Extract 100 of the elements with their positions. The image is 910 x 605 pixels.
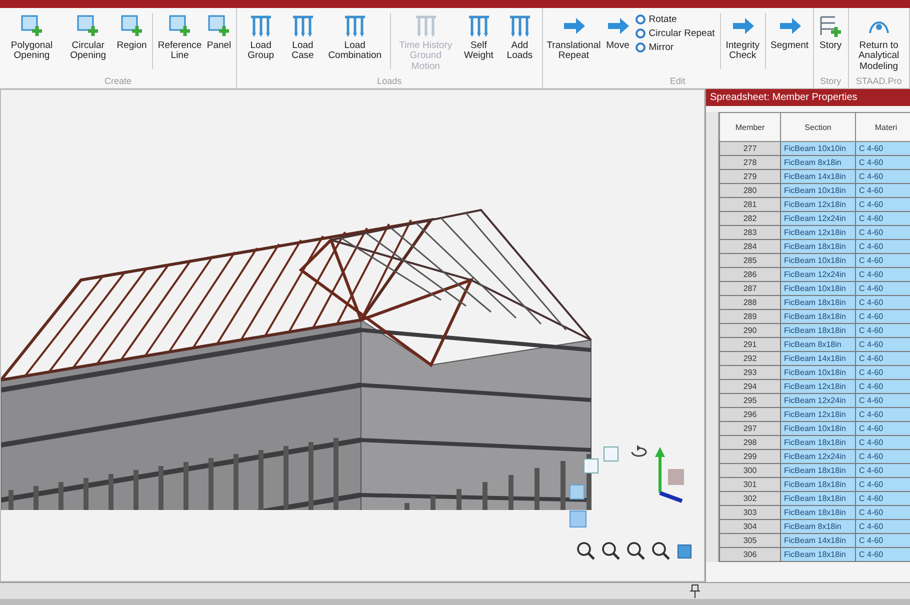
table-cell: C 4-60 <box>856 520 910 534</box>
ribbon-button[interactable]: Reference Line <box>156 11 204 64</box>
column-header[interactable]: Section <box>780 112 856 142</box>
table-cell: C 4-60 <box>856 142 910 156</box>
table-cell: C 4-60 <box>856 506 910 520</box>
table-cell: C 4-60 <box>856 212 910 226</box>
ribbon-button[interactable]: Self Weight <box>458 11 500 64</box>
table-cell: FicBeam 18x18in <box>780 240 856 254</box>
shape-plus-icon <box>166 13 193 39</box>
ribbon-button[interactable]: Load Group <box>239 11 283 64</box>
table-cell: C 4-60 <box>856 366 910 380</box>
table-cell: 298 <box>720 436 780 450</box>
zoom-icon[interactable] <box>651 541 671 561</box>
ribbon-button[interactable]: Return to Analytical Modeling <box>850 11 908 74</box>
zoom-icon[interactable] <box>576 541 596 561</box>
table-cell: C 4-60 <box>856 464 910 478</box>
ribbon-button[interactable]: Circular Opening <box>61 11 115 64</box>
table-cell: 299 <box>720 450 780 464</box>
shape-plus-icon <box>18 13 45 39</box>
table-cell: C 4-60 <box>856 184 910 198</box>
table-cell: 297 <box>720 422 780 436</box>
table-cell: C 4-60 <box>856 450 910 464</box>
table-cell: C 4-60 <box>856 254 910 268</box>
table-cell: FicBeam 18x18in <box>780 478 856 492</box>
table-cell: FicBeam 18x18in <box>780 296 856 310</box>
ribbon-button[interactable]: Panel <box>204 11 234 54</box>
ribbon-button[interactable]: Mirror <box>632 42 717 53</box>
table-cell: FicBeam 10x18in <box>780 184 856 198</box>
table-cell: C 4-60 <box>856 534 910 548</box>
ribbon-button[interactable]: Region <box>114 11 149 54</box>
table-cell: C 4-60 <box>856 478 910 492</box>
ribbon-button[interactable]: Story <box>816 11 846 54</box>
table-cell: FicBeam 10x18in <box>780 282 856 296</box>
ribbon-button[interactable]: Integrity Check <box>723 11 762 64</box>
group-label: Create <box>104 76 133 88</box>
ribbon-button[interactable]: Polygonal Opening <box>2 11 62 64</box>
ribbon-button[interactable]: Move <box>602 11 633 54</box>
ribbon-button[interactable]: Translational Repeat <box>544 11 603 64</box>
table-cell: FicBeam 10x10in <box>780 142 856 156</box>
table-cell: FicBeam 12x24in <box>780 394 856 408</box>
table-cell: 287 <box>720 282 780 296</box>
table-cell: FicBeam 12x18in <box>780 380 856 394</box>
table-cell: 284 <box>720 240 780 254</box>
ribbon-button[interactable]: Circular Repeat <box>632 28 717 39</box>
table-cell: C 4-60 <box>856 422 910 436</box>
table-cell: C 4-60 <box>856 282 910 296</box>
table-cell: FicBeam 12x18in <box>780 408 856 422</box>
table-cell: C 4-60 <box>856 352 910 366</box>
table-cell: C 4-60 <box>856 492 910 506</box>
table-cell: 280 <box>720 184 780 198</box>
table-cell: 296 <box>720 408 780 422</box>
table-cell: 282 <box>720 212 780 226</box>
table-cell: C 4-60 <box>856 240 910 254</box>
ribbon-button[interactable]: Load Combination <box>322 11 387 64</box>
table-cell: C 4-60 <box>856 226 910 240</box>
table-cell: 289 <box>720 310 780 324</box>
table-cell: 281 <box>720 198 780 212</box>
table-cell: C 4-60 <box>856 408 910 422</box>
zoom-icon[interactable] <box>626 541 646 561</box>
table-cell: 291 <box>720 338 780 352</box>
table-cell: C 4-60 <box>856 324 910 338</box>
table-cell: 293 <box>720 366 780 380</box>
ribbon-button[interactable]: Rotate <box>632 14 717 25</box>
table-cell: FicBeam 10x18in <box>780 422 856 436</box>
table-cell: FicBeam 12x18in <box>780 226 856 240</box>
table-cell: FicBeam 14x18in <box>780 170 856 184</box>
table-cell: 295 <box>720 394 780 408</box>
zoom-icon[interactable] <box>601 541 621 561</box>
table-cell: FicBeam 18x18in <box>780 324 856 338</box>
table-cell: C 4-60 <box>856 394 910 408</box>
table-cell: FicBeam 8x18in <box>780 338 856 352</box>
table-cell: FicBeam 18x18in <box>780 548 856 562</box>
table-cell: FicBeam 12x24in <box>780 212 856 226</box>
table-cell: 302 <box>720 492 780 506</box>
view-box-icon[interactable] <box>676 542 694 560</box>
table-cell: C 4-60 <box>856 436 910 450</box>
table-cell: 300 <box>720 464 780 478</box>
table-cell: 285 <box>720 254 780 268</box>
table-cell: FicBeam 10x18in <box>780 254 856 268</box>
table-cell: FicBeam 8x18in <box>780 156 856 170</box>
pin-icon[interactable] <box>690 584 700 598</box>
ribbon-button[interactable]: Segment <box>768 11 811 54</box>
table-cell: FicBeam 12x24in <box>780 450 856 464</box>
table-cell: C 4-60 <box>856 170 910 184</box>
column-header[interactable]: Materi <box>856 112 910 142</box>
tool-icon <box>634 28 646 39</box>
table-cell: 292 <box>720 352 780 366</box>
group-label: Loads <box>376 76 403 88</box>
table-cell: 294 <box>720 380 780 394</box>
shape-plus-icon <box>118 13 145 39</box>
table-cell: FicBeam 14x18in <box>780 352 856 366</box>
ribbon-button[interactable]: Load Case <box>282 11 323 64</box>
table-cell: 290 <box>720 324 780 338</box>
table-cell: 288 <box>720 296 780 310</box>
table-cell: 279 <box>720 170 780 184</box>
table-cell: 277 <box>720 142 780 156</box>
tool-icon <box>634 42 646 53</box>
column-header[interactable]: Member <box>720 112 780 142</box>
ribbon-button[interactable]: Add Loads <box>500 11 540 64</box>
table-cell: FicBeam 8x18in <box>780 520 856 534</box>
